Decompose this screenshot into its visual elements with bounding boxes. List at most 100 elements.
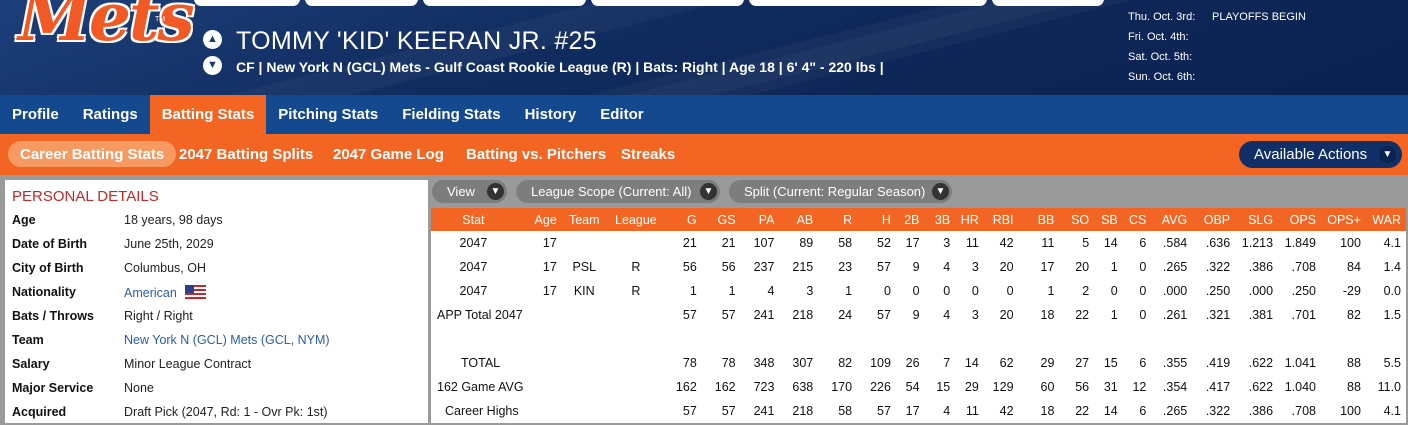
table-cell: 22 bbox=[1075, 404, 1090, 418]
league-scope-label: League Scope (Current: All) bbox=[531, 184, 692, 199]
top-tab[interactable] bbox=[992, 0, 1104, 6]
detail-label: Nationality bbox=[12, 285, 76, 299]
table-cell: .636 bbox=[1205, 236, 1231, 250]
tab-pitching-stats[interactable]: Pitching Stats bbox=[266, 95, 390, 134]
chevron-up-icon[interactable]: ▲ bbox=[203, 30, 222, 49]
column-header[interactable]: SB bbox=[1094, 208, 1123, 231]
tab-fielding-stats[interactable]: Fielding Stats bbox=[390, 95, 512, 134]
subtab-career-batting-stats[interactable]: Career Batting Stats bbox=[8, 141, 177, 167]
tab-ratings[interactable]: Ratings bbox=[71, 95, 150, 134]
column-header[interactable]: CS bbox=[1123, 208, 1152, 231]
chevron-down-icon[interactable]: ▼ bbox=[203, 56, 222, 75]
subtab-game-log[interactable]: 2047 Game Log bbox=[321, 141, 456, 167]
table-cell: 57 bbox=[721, 404, 736, 418]
player-name: TOMMY 'KID' KEERAN JR. #25 bbox=[236, 27, 597, 55]
column-header[interactable]: R bbox=[818, 208, 857, 231]
table-cell bbox=[1151, 327, 1192, 351]
league-scope-dropdown[interactable]: League Scope (Current: All) ▼ bbox=[516, 180, 720, 203]
tab-editor[interactable]: Editor bbox=[588, 95, 655, 134]
column-header[interactable]: OPS+ bbox=[1321, 208, 1366, 231]
table-cell: 56 bbox=[682, 260, 697, 274]
table-cell: 5 bbox=[1082, 236, 1090, 250]
column-header[interactable]: G bbox=[665, 208, 702, 231]
table-cell: .000 bbox=[1162, 284, 1188, 298]
tab-profile[interactable]: Profile bbox=[0, 95, 71, 134]
nationality-link[interactable]: American bbox=[124, 285, 207, 300]
column-header[interactable]: H bbox=[857, 208, 896, 231]
column-header[interactable]: BB bbox=[1019, 208, 1060, 231]
column-header[interactable]: AVG bbox=[1151, 208, 1192, 231]
chevron-down-icon: ▼ bbox=[1379, 146, 1396, 163]
column-header[interactable]: WAR bbox=[1366, 208, 1406, 231]
subtab-streaks[interactable]: Streaks bbox=[609, 141, 687, 167]
table-cell bbox=[562, 327, 607, 351]
column-header[interactable]: SLG bbox=[1235, 208, 1278, 231]
table-cell: 0 bbox=[971, 284, 979, 298]
tab-history[interactable]: History bbox=[513, 95, 589, 134]
column-header[interactable]: OPS bbox=[1278, 208, 1321, 231]
table-cell: 14 bbox=[1103, 236, 1118, 250]
detail-label: City of Birth bbox=[12, 261, 84, 275]
top-tab[interactable] bbox=[423, 0, 586, 6]
table-cell: .322 bbox=[1205, 260, 1231, 274]
subtab-batting-splits[interactable]: 2047 Batting Splits bbox=[167, 141, 325, 167]
table-cell: 2047 bbox=[459, 236, 488, 250]
table-cell bbox=[562, 303, 607, 327]
column-header[interactable]: Age bbox=[516, 208, 562, 231]
tab-batting-stats[interactable]: Batting Stats bbox=[149, 95, 267, 134]
table-cell: .701 bbox=[1291, 308, 1316, 322]
column-header[interactable]: SO bbox=[1059, 208, 1094, 231]
detail-label: Major Service bbox=[12, 381, 94, 395]
table-cell: 638 bbox=[792, 380, 814, 394]
chevron-down-icon: ▼ bbox=[700, 183, 717, 200]
table-cell: 17 bbox=[1040, 260, 1055, 274]
column-header[interactable]: 3B bbox=[925, 208, 956, 231]
top-tab[interactable] bbox=[194, 0, 300, 6]
team-link[interactable]: New York N (GCL) Mets (GCL, NYM) bbox=[124, 333, 330, 347]
table-cell: 723 bbox=[753, 380, 775, 394]
table-cell bbox=[607, 351, 665, 375]
table-cell: APP Total 2047 bbox=[437, 308, 523, 322]
top-tab[interactable] bbox=[749, 0, 987, 6]
table-row: 2047 17 21 21 107 89 58 52 17 3 11 42 11 5 14 6 .584 .636… bbox=[431, 231, 1406, 255]
table-cell bbox=[607, 375, 665, 399]
table-cell bbox=[1059, 327, 1094, 351]
column-header[interactable]: OBP bbox=[1192, 208, 1235, 231]
subtab-batting-vs-pitchers[interactable]: Batting vs. Pitchers bbox=[454, 141, 618, 167]
available-actions-button[interactable]: Available Actions ▼ bbox=[1239, 141, 1402, 168]
table-cell: 89 bbox=[799, 236, 814, 250]
column-header[interactable]: HR bbox=[955, 208, 984, 231]
top-tab[interactable] bbox=[591, 0, 744, 6]
detail-value: June 25th, 2029 bbox=[124, 237, 214, 251]
column-header[interactable]: RBI bbox=[984, 208, 1019, 231]
table-cell: Career Highs bbox=[445, 404, 519, 418]
column-header[interactable]: PA bbox=[741, 208, 780, 231]
table-cell: 17 bbox=[542, 284, 557, 298]
table-cell: 4 bbox=[943, 260, 951, 274]
table-cell: 3 bbox=[806, 284, 814, 298]
table-cell: 18 bbox=[1040, 404, 1055, 418]
detail-label: Acquired bbox=[12, 405, 67, 419]
table-cell: 62 bbox=[999, 356, 1014, 370]
view-dropdown[interactable]: View ▼ bbox=[432, 180, 507, 203]
detail-label: Bats / Throws bbox=[12, 309, 94, 323]
table-cell: 3 bbox=[971, 308, 979, 322]
table-cell bbox=[562, 375, 607, 399]
table-cell: 57 bbox=[877, 404, 891, 418]
column-header[interactable]: League bbox=[607, 208, 665, 231]
table-cell: 1.849 bbox=[1284, 236, 1316, 250]
table-cell: 0 bbox=[1139, 284, 1147, 298]
column-header[interactable]: GS bbox=[702, 208, 741, 231]
table-cell bbox=[431, 327, 516, 351]
table-cell: 100 bbox=[1340, 236, 1361, 250]
split-dropdown[interactable]: Split (Current: Regular Season) ▼ bbox=[729, 180, 952, 203]
table-cell: 20 bbox=[999, 260, 1014, 274]
column-header[interactable]: 2B bbox=[896, 208, 925, 231]
schedule-date: Sat. Oct. 5th: bbox=[1128, 51, 1193, 63]
column-header[interactable]: AB bbox=[779, 208, 818, 231]
table-cell: .000 bbox=[1248, 284, 1274, 298]
schedule-date: Thu. Oct. 3rd: bbox=[1128, 11, 1196, 23]
column-header[interactable]: Stat bbox=[431, 208, 516, 231]
top-tab[interactable] bbox=[305, 0, 418, 6]
column-header[interactable]: Team bbox=[562, 208, 607, 231]
